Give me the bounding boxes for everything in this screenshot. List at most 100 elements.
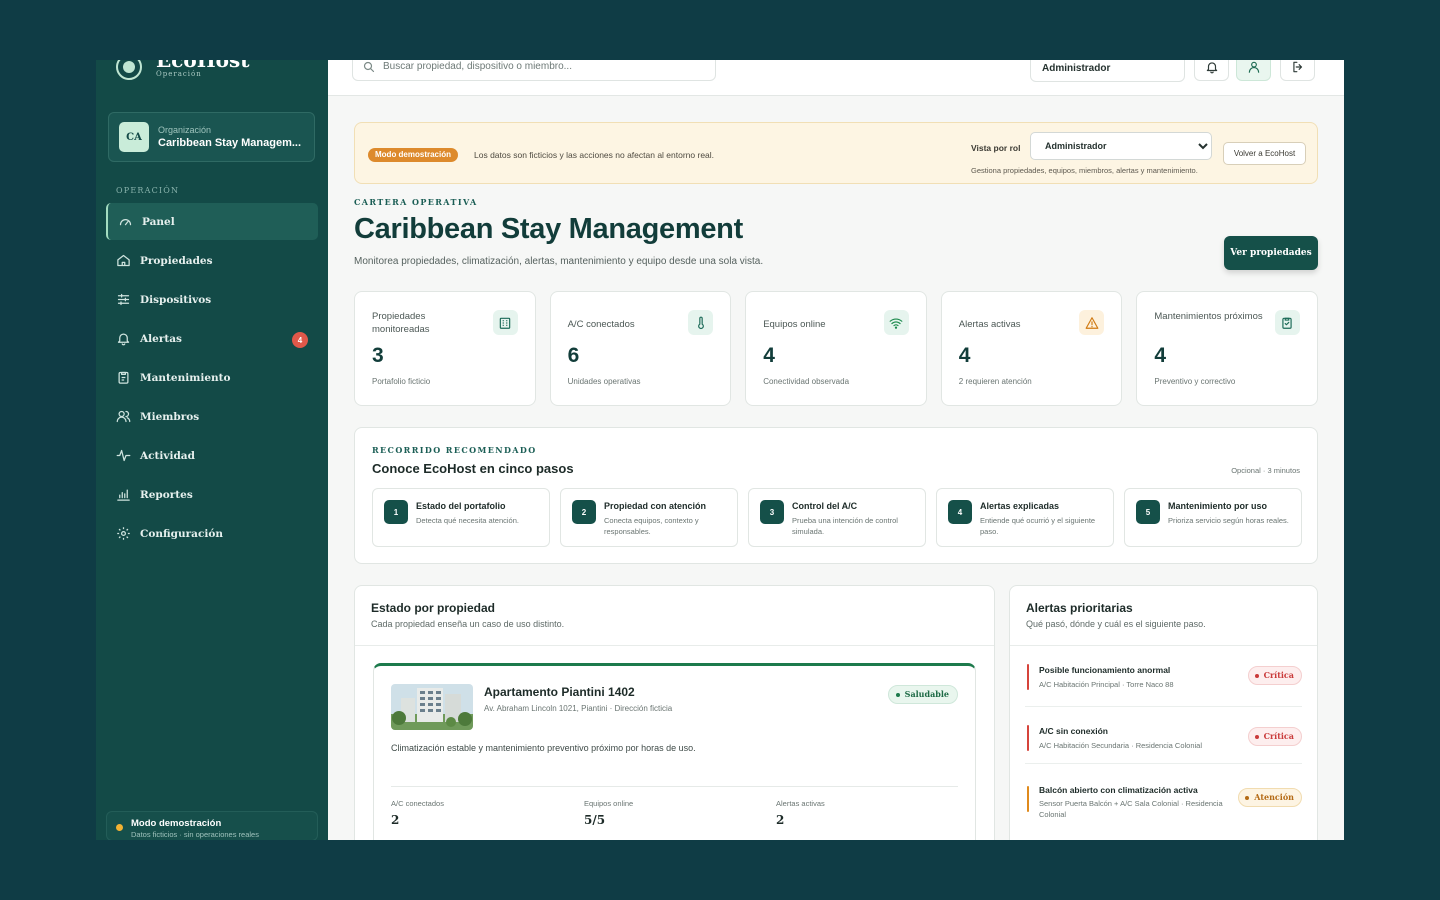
sidebar-item-label: Alertas: [140, 332, 182, 345]
tour-steps: 1 Estado del portafolio Detecta qué nece…: [372, 488, 1302, 547]
panel-title: Estado por propiedad: [371, 601, 496, 615]
alert-title: Balcón abierto con climatización activa: [1039, 785, 1198, 795]
sliders-icon: [117, 293, 130, 306]
severity-badge: Crítica: [1247, 727, 1302, 746]
property-thumbnail: [391, 684, 473, 730]
property-stat-ac: A/C conectados 2: [391, 799, 444, 827]
demo-mode-indicator: Modo demostración Datos ficticios · sin …: [106, 811, 318, 840]
clipboard-check-icon: [1274, 310, 1300, 335]
property-description: Climatización estable y mantenimiento pr…: [391, 743, 696, 753]
gauge-icon: [119, 219, 132, 226]
kpi-card-ac-connected[interactable]: A/C conectados 6 Unidades operativas: [549, 291, 732, 406]
sidebar-item-propiedades[interactable]: Propiedades: [106, 242, 318, 279]
sidebar-item-label: Actividad: [140, 449, 195, 462]
sidebar-item-actividad[interactable]: Actividad: [106, 437, 318, 474]
step-description: Detecta qué necesita atención.: [416, 516, 519, 525]
kpi-caption: 2 requieren atención: [958, 377, 1032, 386]
property-name: Apartamento Piantini 1402: [484, 685, 635, 699]
tour-step[interactable]: 3 Control del A/C Prueba una intención d…: [748, 488, 926, 547]
sidebar-item-dispositivos[interactable]: Dispositivos: [106, 281, 318, 318]
page-eyebrow: CARTERA OPERATIVA: [354, 197, 478, 207]
severity-bar: [1027, 725, 1029, 751]
alert-item[interactable]: Balcón abierto con climatización activa …: [1025, 764, 1302, 834]
logout-button[interactable]: [1280, 60, 1315, 81]
alert-item[interactable]: Posible funcionamiento anormal A/C Habit…: [1025, 646, 1302, 707]
kpi-label: Mantenimientos próximos: [1154, 311, 1263, 322]
kpi-card-properties[interactable]: Propiedades monitoreadas 3 Portafolio fi…: [354, 291, 536, 406]
kpi-card-active-alerts[interactable]: Alertas activas 4 2 requieren atención: [940, 291, 1123, 406]
demo-banner: Modo demostración Los datos son ficticio…: [354, 122, 1318, 184]
severity-bar: [1027, 786, 1029, 812]
users-icon: [116, 410, 131, 423]
sidebar-item-label: Panel: [142, 215, 175, 228]
notifications-button[interactable]: [1194, 60, 1229, 81]
demo-banner-text: Los datos son ficticios y las acciones n…: [474, 150, 715, 160]
tour-step[interactable]: 2 Propiedad con atención Conecta equipos…: [560, 488, 738, 547]
severity-badge: Atención: [1238, 788, 1302, 807]
sidebar-item-panel[interactable]: Panel: [106, 203, 318, 240]
step-number: 1: [384, 500, 408, 524]
sidebar-item-reportes[interactable]: Reportes: [106, 476, 318, 513]
severity-badge: Crítica: [1247, 666, 1302, 685]
kpi-label: Propiedades monitoreadas: [372, 311, 430, 335]
view-properties-button[interactable]: Ver propiedades: [1224, 236, 1318, 270]
stat-label: Alertas activas: [776, 799, 825, 808]
sidebar-item-miembros[interactable]: Miembros: [106, 398, 318, 435]
search-bar[interactable]: [352, 60, 716, 81]
brand-logo[interactable]: EcoHost Operación: [116, 60, 250, 80]
step-number: 2: [572, 500, 596, 524]
stat-value: 2: [776, 813, 785, 827]
alert-item[interactable]: A/C sin conexión A/C Habitación Secundar…: [1025, 707, 1302, 764]
tour-title: Conoce EcoHost en cinco pasos: [372, 461, 574, 476]
property-address: Av. Abraham Lincoln 1021, Piantini · Dir…: [484, 704, 673, 713]
bell-icon: [117, 333, 130, 346]
property-card[interactable]: Apartamento Piantini 1402 Av. Abraham Li…: [373, 663, 976, 840]
step-title: Propiedad con atención: [604, 501, 707, 511]
role-view-select[interactable]: Administrador: [1030, 132, 1212, 160]
tour-meta: Opcional · 3 minutos: [1231, 466, 1300, 475]
main-content: Modo demostración Los datos son ficticio…: [328, 96, 1344, 840]
tour-step[interactable]: 5 Mantenimiento por uso Prioriza servici…: [1124, 488, 1302, 547]
clipboard-icon: [118, 371, 129, 384]
kpi-card-devices-online[interactable]: Equipos online 4 Conectividad observada: [745, 291, 927, 406]
activity-icon: [116, 449, 131, 462]
priority-alerts-panel: Alertas prioritarias Qué pasó, dónde y c…: [1009, 585, 1318, 840]
sidebar-item-label: Propiedades: [140, 254, 213, 267]
organization-switcher[interactable]: CA Organización Caribbean Stay Managem..…: [108, 112, 315, 162]
kpi-label: Alertas activas: [958, 319, 1021, 330]
tour-step[interactable]: 4 Alertas explicadas Entiende qué ocurri…: [936, 488, 1114, 547]
sidebar-item-label: Mantenimiento: [140, 371, 231, 384]
search-icon: [363, 61, 375, 72]
user-icon: [1248, 61, 1259, 73]
step-title: Control del A/C: [792, 501, 858, 511]
panel-subtitle: Cada propiedad enseña un caso de uso dis…: [371, 619, 565, 629]
kpi-caption: Conectividad observada: [763, 377, 850, 386]
search-input[interactable]: [383, 61, 683, 72]
back-to-ecohost-button[interactable]: Volver a EcoHost: [1223, 142, 1306, 165]
role-view-label: Vista por rol: [971, 143, 1021, 153]
step-description: Conecta equipos, contexto y responsables…: [604, 516, 699, 536]
kpi-value: 4: [1154, 344, 1167, 367]
property-stat-devices: Equipos online 5/5: [584, 799, 633, 827]
sidebar-item-label: Configuración: [140, 527, 223, 540]
sidebar-item-alertas[interactable]: Alertas 4: [106, 320, 318, 357]
tour-step[interactable]: 1 Estado del portafolio Detecta qué nece…: [372, 488, 550, 547]
alert-title: A/C sin conexión: [1039, 726, 1108, 736]
current-role-chip[interactable]: Administrador: [1030, 60, 1185, 82]
profile-button[interactable]: [1236, 60, 1271, 81]
kpi-label: A/C conectados: [567, 319, 635, 330]
step-description: Prueba una intención de control simulada…: [792, 516, 898, 536]
chart-icon: [117, 489, 130, 501]
sidebar-item-mantenimiento[interactable]: Mantenimiento: [106, 359, 318, 396]
app-window: EcoHost Operación CA Organización Caribb…: [96, 60, 1344, 840]
nav-section-label: OPERACIÓN: [116, 186, 180, 195]
step-number: 5: [1136, 500, 1160, 524]
alert-title: Posible funcionamiento anormal: [1039, 665, 1171, 675]
kpi-card-maintenance[interactable]: Mantenimientos próximos 4 Preventivo y c…: [1136, 291, 1318, 406]
sidebar-item-configuracion[interactable]: Configuración: [106, 515, 318, 552]
step-description: Prioriza servicio según horas reales.: [1168, 516, 1289, 525]
logout-icon: [1292, 61, 1302, 72]
alert-location: Sensor Puerta Balcón + A/C Sala Colonial…: [1039, 799, 1223, 819]
kpi-label: Equipos online: [763, 319, 826, 330]
step-number: 4: [948, 500, 972, 524]
